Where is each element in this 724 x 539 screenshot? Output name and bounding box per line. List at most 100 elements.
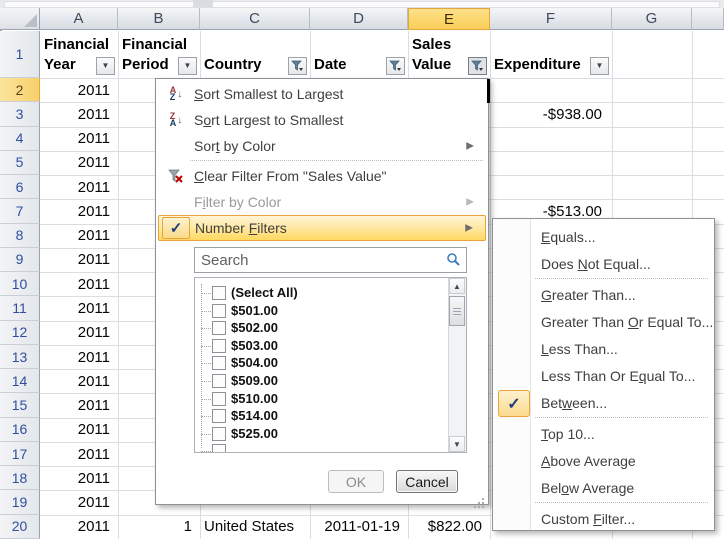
row-header-11[interactable]: 11 <box>0 296 40 320</box>
header-cell-E[interactable]: Sales Value <box>408 31 490 78</box>
column-header-C[interactable]: C <box>200 8 310 30</box>
row-header-20[interactable]: 20 <box>0 515 40 539</box>
row-header-3[interactable]: 3 <box>0 102 40 126</box>
row-header-17[interactable]: 17 <box>0 442 40 466</box>
checkbox[interactable] <box>212 356 226 370</box>
scroll-down-button[interactable]: ▼ <box>449 436 465 452</box>
cell-A12[interactable]: 2011 <box>40 321 118 345</box>
column-header-partial[interactable] <box>692 8 724 30</box>
checkbox[interactable] <box>212 286 226 300</box>
row-header-6[interactable]: 6 <box>0 175 40 199</box>
column-header-F[interactable]: F <box>490 8 612 30</box>
list-item-501-00[interactable]: $501.00 <box>195 302 448 320</box>
list-item-502-00[interactable]: $502.00 <box>195 319 448 337</box>
cell-A2[interactable]: 2011 <box>40 78 118 102</box>
search-icon[interactable] <box>446 252 461 267</box>
row-header-13[interactable]: 13 <box>0 345 40 369</box>
list-item-select-all[interactable]: (Select All) <box>195 284 448 302</box>
checkbox[interactable] <box>212 374 226 388</box>
list-item-partial[interactable] <box>195 442 448 453</box>
row-header-19[interactable]: 19 <box>0 490 40 514</box>
checkbox[interactable] <box>212 321 226 335</box>
row-header-4[interactable]: 4 <box>0 127 40 151</box>
list-item-509-00[interactable]: $509.00 <box>195 372 448 390</box>
list-item-510-00[interactable]: $510.00 <box>195 390 448 408</box>
cell-A15[interactable]: 2011 <box>40 393 118 417</box>
filter-funnel-button-D[interactable] <box>386 57 405 75</box>
cell-C20[interactable]: United States <box>200 515 310 539</box>
row-header-10[interactable]: 10 <box>0 272 40 296</box>
cell-A8[interactable]: 2011 <box>40 224 118 248</box>
cell-A9[interactable]: 2011 <box>40 248 118 272</box>
menu-item-sort-by-color[interactable]: Sort by Color▶ <box>158 133 486 159</box>
cell-A10[interactable]: 2011 <box>40 272 118 296</box>
cell-A13[interactable]: 2011 <box>40 345 118 369</box>
resize-grip-icon[interactable] <box>482 498 484 500</box>
row-header-15[interactable]: 15 <box>0 393 40 417</box>
submenu-item-between[interactable]: Between...✓ <box>495 389 712 416</box>
row-header-7[interactable]: 7 <box>0 199 40 223</box>
checkbox[interactable] <box>212 339 226 353</box>
column-header-E[interactable]: E <box>408 8 490 30</box>
list-item-525-00[interactable]: $525.00 <box>195 425 448 443</box>
list-scrollbar[interactable]: ▲ ▼ <box>448 278 466 452</box>
checkbox[interactable] <box>212 427 226 441</box>
submenu-item-below-average[interactable]: Below Average <box>495 474 712 501</box>
header-cell-F[interactable]: Expenditure▼ <box>490 31 612 78</box>
submenu-item-custom-filter[interactable]: Custom Filter... <box>495 505 712 532</box>
cell-D20[interactable]: 2011-01-19 <box>310 515 408 539</box>
header-cell-B[interactable]: Financial Period▼ <box>118 31 200 78</box>
row-header-14[interactable]: 14 <box>0 369 40 393</box>
submenu-item-less-than[interactable]: Less Than... <box>495 335 712 362</box>
row-header-9[interactable]: 9 <box>0 248 40 272</box>
search-input[interactable] <box>194 247 467 273</box>
cell-A14[interactable]: 2011 <box>40 369 118 393</box>
filter-dropdown-button-B[interactable]: ▼ <box>178 57 197 75</box>
cell-A5[interactable]: 2011 <box>40 151 118 175</box>
filter-funnel-button-E[interactable] <box>468 57 487 75</box>
submenu-item-top-10[interactable]: Top 10... <box>495 420 712 447</box>
list-item-514-00[interactable]: $514.00 <box>195 407 448 425</box>
scroll-up-button[interactable]: ▲ <box>449 278 465 294</box>
filter-dropdown-button-F[interactable]: ▼ <box>590 57 609 75</box>
filter-dropdown-button-A[interactable]: ▼ <box>96 57 115 75</box>
submenu-item-above-average[interactable]: Above Average <box>495 447 712 474</box>
column-header-B[interactable]: B <box>118 8 200 30</box>
menu-item-sort-largest-to-smallest[interactable]: Sort Largest to SmallestZA↓ <box>158 107 486 133</box>
cell-A6[interactable]: 2011 <box>40 175 118 199</box>
checkbox[interactable] <box>212 444 226 453</box>
submenu-item-equals[interactable]: Equals... <box>495 223 712 250</box>
row-header-8[interactable]: 8 <box>0 224 40 248</box>
ok-button[interactable]: OK <box>328 470 384 493</box>
cell-A4[interactable]: 2011 <box>40 127 118 151</box>
menu-item-clear-filter-from-sales-value[interactable]: Clear Filter From "Sales Value" <box>158 163 486 189</box>
cell-F3[interactable]: -$938.00 <box>490 102 612 126</box>
cell-A7[interactable]: 2011 <box>40 199 118 223</box>
menu-item-number-filters[interactable]: Number Filters✓▶ <box>158 215 486 241</box>
cell-A3[interactable]: 2011 <box>40 102 118 126</box>
row-header-2[interactable]: 2 <box>0 78 40 102</box>
select-all-corner[interactable] <box>0 8 40 30</box>
row-header-5[interactable]: 5 <box>0 151 40 175</box>
cancel-button[interactable]: Cancel <box>396 470 458 493</box>
cell-E20[interactable]: $822.00 <box>408 515 490 539</box>
column-header-D[interactable]: D <box>310 8 408 30</box>
header-cell-C[interactable]: Country <box>200 31 310 78</box>
submenu-item-less-than-or-equal-to[interactable]: Less Than Or Equal To... <box>495 362 712 389</box>
row-header-12[interactable]: 12 <box>0 321 40 345</box>
cell-A20[interactable]: 2011 <box>40 515 118 539</box>
submenu-item-does-not-equal[interactable]: Does Not Equal... <box>495 250 712 277</box>
header-cell-D[interactable]: Date <box>310 31 408 78</box>
row-header-18[interactable]: 18 <box>0 466 40 490</box>
cell-A18[interactable]: 2011 <box>40 466 118 490</box>
filter-funnel-button-C[interactable] <box>288 57 307 75</box>
header-cell-A[interactable]: Financial Year▼ <box>40 31 118 78</box>
checkbox[interactable] <box>212 409 226 423</box>
cell-A17[interactable]: 2011 <box>40 442 118 466</box>
list-item-503-00[interactable]: $503.00 <box>195 337 448 355</box>
cell-A16[interactable]: 2011 <box>40 418 118 442</box>
column-header-G[interactable]: G <box>612 8 692 30</box>
submenu-item-greater-than-or-equal-to[interactable]: Greater Than Or Equal To... <box>495 308 712 335</box>
row-header-16[interactable]: 16 <box>0 418 40 442</box>
cell-A11[interactable]: 2011 <box>40 296 118 320</box>
